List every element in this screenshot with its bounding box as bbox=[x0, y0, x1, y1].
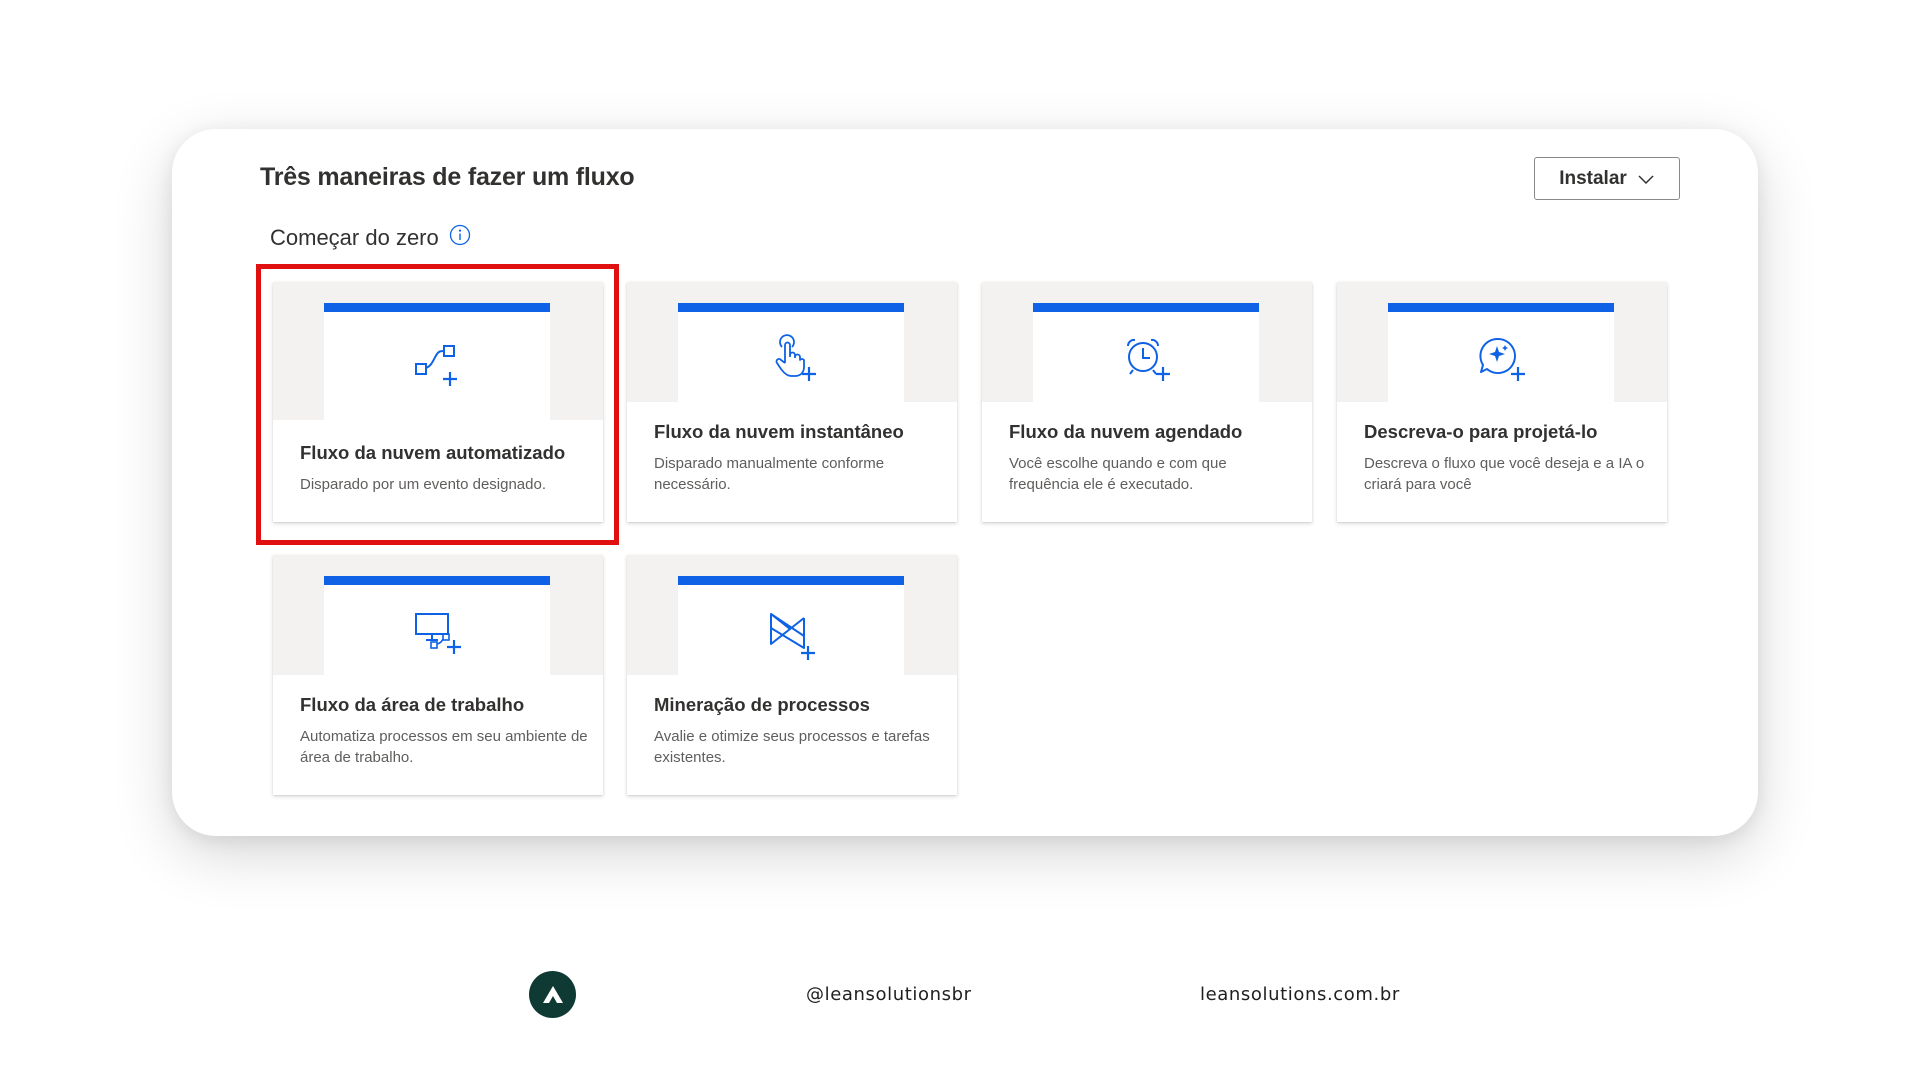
desktop-flow-icon bbox=[415, 613, 461, 654]
info-icon[interactable] bbox=[449, 224, 471, 246]
highlight-box bbox=[256, 264, 619, 545]
tile-title: Fluxo da área de trabalho bbox=[300, 694, 525, 715]
touch-hand-icon bbox=[775, 334, 816, 381]
tile-preview bbox=[627, 555, 957, 675]
sparkle-chat-icon bbox=[1479, 337, 1525, 381]
tile-description: Descreva o fluxo que você deseja e a IA … bbox=[1364, 455, 1645, 493]
section-heading-label: Começar do zero bbox=[270, 225, 439, 250]
tile-describe-to-design[interactable]: Descreva-o para projetá-lo Descreva o fl… bbox=[1337, 282, 1667, 522]
tile-description: Automatiza processos em seu ambiente de … bbox=[300, 728, 588, 766]
tile-title: Fluxo da nuvem instantâneo bbox=[654, 421, 904, 442]
tile-title: Fluxo da nuvem agendado bbox=[1009, 421, 1243, 442]
tile-instant-cloud-flow[interactable]: Fluxo da nuvem instantâneo Disparado man… bbox=[627, 282, 957, 522]
tile-preview-card bbox=[1388, 303, 1614, 402]
process-mining-icon bbox=[770, 613, 815, 660]
tile-description: Você escolhe quando e com que frequência… bbox=[1009, 455, 1227, 493]
tile-preview bbox=[982, 282, 1312, 402]
alarm-clock-icon bbox=[1126, 338, 1170, 381]
section-heading: Começar do zero bbox=[270, 224, 471, 251]
tile-description: Avalie e otimize seus processos e tarefa… bbox=[654, 728, 930, 766]
tile-title: Mineração de processos bbox=[654, 694, 870, 715]
footer-social-handle[interactable]: @leansolutionsbr bbox=[806, 984, 972, 1005]
tile-preview-card bbox=[1033, 303, 1259, 402]
install-button[interactable]: Instalar bbox=[1534, 157, 1680, 200]
footer-website[interactable]: leansolutions.com.br bbox=[1200, 984, 1400, 1005]
tile-preview bbox=[1337, 282, 1667, 402]
tile-scheduled-cloud-flow[interactable]: Fluxo da nuvem agendado Você escolhe qua… bbox=[982, 282, 1312, 522]
chevron-down-icon bbox=[1638, 174, 1654, 184]
flow-creation-panel: Três maneiras de fazer um fluxo Instalar… bbox=[172, 129, 1758, 836]
brand-logo bbox=[529, 971, 576, 1018]
tile-preview bbox=[627, 282, 957, 402]
tile-preview-card bbox=[678, 303, 904, 402]
install-button-label: Instalar bbox=[1559, 167, 1627, 189]
tile-description: Disparado manualmente conforme necessári… bbox=[654, 455, 885, 493]
tile-preview-card bbox=[324, 576, 550, 675]
chevron-up-logo-icon bbox=[542, 985, 563, 1003]
page-title: Três maneiras de fazer um fluxo bbox=[260, 163, 635, 191]
tile-preview-card bbox=[678, 576, 904, 675]
tile-process-mining[interactable]: Mineração de processos Avalie e otimize … bbox=[627, 555, 957, 795]
tile-preview bbox=[273, 555, 603, 675]
tile-desktop-flow[interactable]: Fluxo da área de trabalho Automatiza pro… bbox=[273, 555, 603, 795]
tile-title: Descreva-o para projetá-lo bbox=[1364, 421, 1598, 442]
